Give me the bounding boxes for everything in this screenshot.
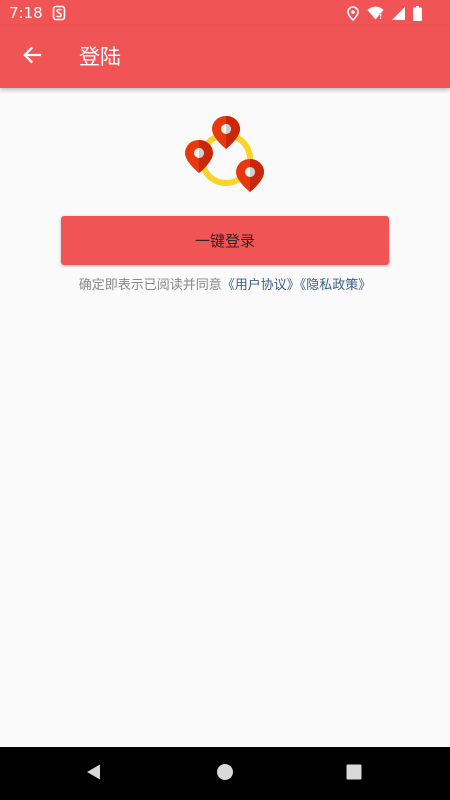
agreement-text: 确定即表示已阅读并同意《用户协议》《隐私政策》 [0,277,450,295]
status-bar: 7:18 [0,0,450,26]
arrow-back-icon [22,45,42,69]
battery-icon [413,5,422,21]
square-recents-icon [346,764,362,784]
login-screen: 7:18 登陆 一键登录 确定即表示已阅读并同意《用户协议》《隐私政策》 [0,0,450,800]
page-title: 登陆 [79,45,121,69]
privacy-policy-link[interactable]: 《隐私政策》 [300,278,372,293]
location-icon [347,5,359,21]
app-bar: 登陆 [0,26,450,88]
agreement-prefix: 确定即表示已阅读并同意 [78,278,222,293]
nav-home-button[interactable] [210,759,240,789]
nav-recents-button[interactable] [339,759,369,789]
status-icons [347,5,422,21]
navigation-bar [0,747,450,800]
one-click-login-button[interactable]: 一键登录 [61,216,389,265]
wifi-icon [367,6,384,20]
triangle-back-icon [85,763,103,785]
back-button[interactable] [12,37,52,77]
user-agreement-link[interactable]: 《用户协议》 [222,278,300,293]
status-time: 7:18 [9,4,43,22]
notification-s-icon [52,5,66,21]
location-pins-ring-logo [182,112,268,198]
circle-home-icon [216,763,234,785]
nav-back-button[interactable] [79,759,109,789]
signal-icon [392,6,405,20]
